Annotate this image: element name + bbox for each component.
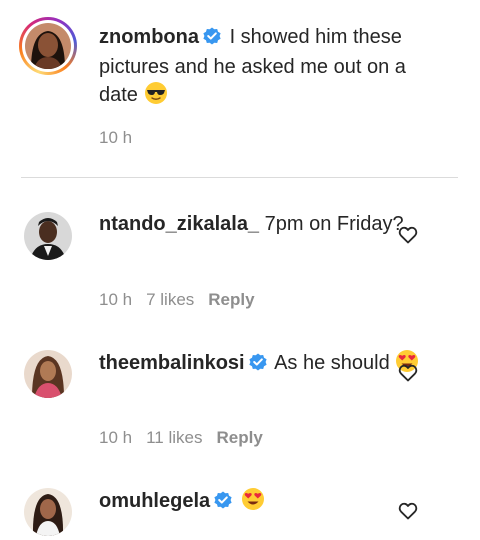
divider [21,177,458,178]
comment-username[interactable]: theembalinkosi [99,352,245,374]
reply-button[interactable]: Reply [208,290,254,309]
comment-meta: 10 h 7 likes Reply [99,290,269,310]
comment-username[interactable]: ntando_zikalala_ [99,213,259,235]
avatar[interactable] [24,212,72,260]
avatar [25,23,71,69]
avatar[interactable] [24,488,72,536]
verified-badge-icon [213,490,233,518]
reply-button[interactable]: Reply [216,428,262,447]
comment-likes[interactable]: 7 likes [146,290,194,309]
caption-time: 10 h [99,128,133,147]
caption-username[interactable]: znombona [99,26,199,48]
caption-meta: 10 h [99,128,146,148]
comment-text-block: omuhlegela [99,487,444,519]
caption-comment: znombona I showed him these pictures and… [0,0,480,178]
sunglasses-emoji-icon [144,81,168,113]
comment-text-block: ntando_zikalala_ 7pm on Friday? [99,211,444,238]
heart-eyes-emoji-icon [241,487,265,519]
comment-time: 10 h [99,290,133,309]
comment-text: As he should [274,352,390,374]
like-heart-icon[interactable] [398,501,418,521]
verified-badge-icon [248,352,268,380]
comment-text: 7pm on Friday? [264,213,404,235]
comment-likes[interactable]: 11 likes [146,428,202,447]
story-ring-avatar[interactable] [19,17,77,75]
avatar[interactable] [24,350,72,398]
verified-badge-icon [202,26,222,54]
comment-time: 10 h [99,428,133,447]
like-heart-icon[interactable] [398,225,418,245]
comment-text-block: theembalinkosi As he should [99,349,444,381]
caption-text-block: znombona I showed him these pictures and… [99,24,444,113]
comment-meta: 10 h 11 likes Reply [99,428,277,448]
like-heart-icon[interactable] [398,363,418,383]
comment-username[interactable]: omuhlegela [99,490,210,512]
